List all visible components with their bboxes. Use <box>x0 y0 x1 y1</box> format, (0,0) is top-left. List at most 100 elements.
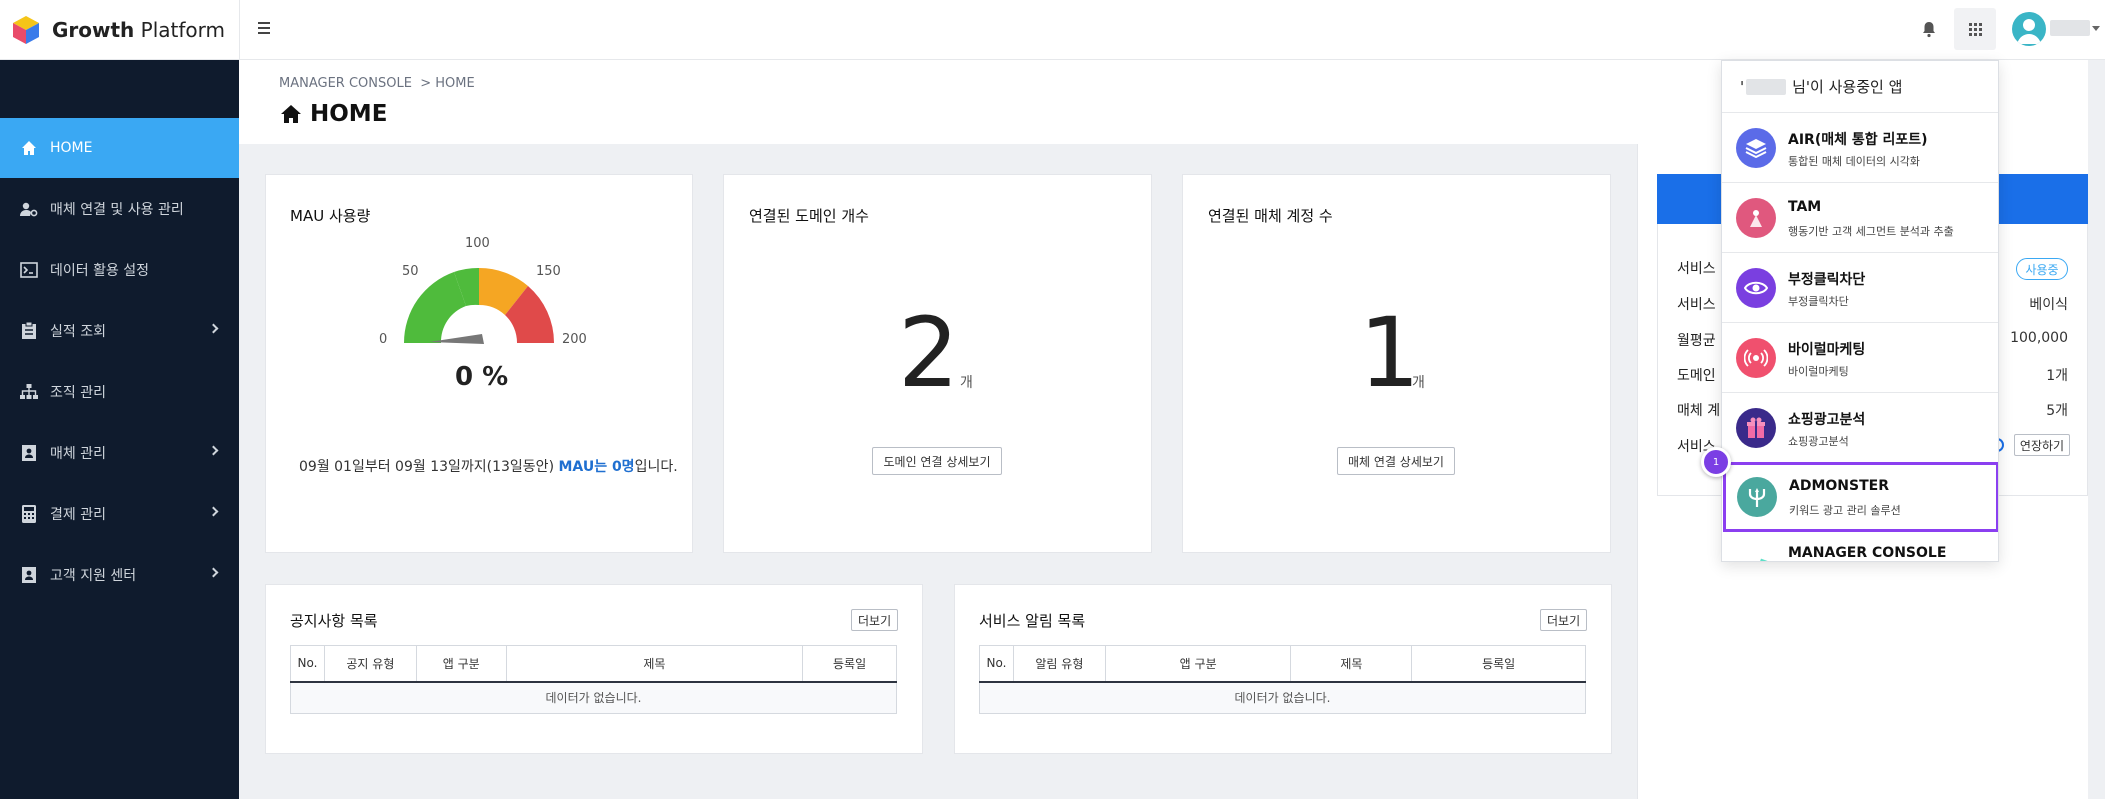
account-count-unit: 개 <box>1412 375 1425 391</box>
sidebar: HOME 매체 연결 및 사용 관리 데이터 활용 설정 실적 조회 조직 관리… <box>0 60 239 799</box>
breadcrumb-current: HOME <box>435 76 475 91</box>
top-bar: Growth Platform <box>0 0 2105 60</box>
app-desc: 통합된 매체 데이터의 시각화 <box>1788 155 1920 168</box>
app-item-air[interactable]: AIR(매체 통합 리포트) 통합된 매체 데이터의 시각화 <box>1722 113 1998 183</box>
account-detail-button[interactable]: 매체 연결 상세보기 <box>1337 447 1455 475</box>
step-badge: 1 <box>1701 447 1731 477</box>
column-header[interactable]: 앱 구분 <box>1104 645 1292 683</box>
breadcrumb-separator: > <box>420 76 432 91</box>
sidebar-item-label: 고객 지원 센터 <box>50 568 137 584</box>
domain-count: 2 <box>898 297 960 409</box>
notice-table: No. 공지 유형 앱 구분 제목 등록일 데이터가 없습니다. <box>290 645 897 714</box>
sidebar-item-data-settings[interactable]: 데이터 활용 설정 <box>0 240 239 300</box>
gauge-label-150: 150 <box>536 264 561 279</box>
apps-grid-button[interactable] <box>1954 8 1996 50</box>
app-name: 바이럴마케팅 <box>1788 342 1866 358</box>
sidebar-item-billing[interactable]: 결제 관리 <box>0 484 239 544</box>
account-count: 1 <box>1359 297 1421 409</box>
layers-icon <box>1736 128 1776 168</box>
notice-title: 공지사항 목록 <box>290 612 378 630</box>
column-header[interactable]: 제목 <box>1290 645 1413 683</box>
mau-card-title: MAU 사용량 <box>290 207 371 225</box>
sidebar-item-media-connection[interactable]: 매체 연결 및 사용 관리 <box>0 179 239 239</box>
calculator-icon <box>20 505 38 523</box>
logo-text: Growth Platform <box>52 18 226 42</box>
service-row-value: 베이식 <box>2029 297 2068 313</box>
cube-logo-icon <box>13 16 39 44</box>
service-row-value: 5개 <box>2046 403 2068 419</box>
column-header[interactable]: No. <box>979 645 1014 683</box>
column-header[interactable]: No. <box>290 645 325 683</box>
sidebar-item-media[interactable]: 매체 관리 <box>0 423 239 483</box>
sidebar-item-label: 매체 관리 <box>50 446 106 462</box>
service-row-label: 도메인 <box>1677 368 1716 384</box>
contact-card-icon <box>20 566 38 584</box>
service-row-value: 1개 <box>2046 368 2068 384</box>
column-header[interactable]: 등록일 <box>802 645 897 683</box>
sidebar-item-organization[interactable]: 조직 관리 <box>0 362 239 422</box>
sidebar-item-label: 데이터 활용 설정 <box>50 263 150 279</box>
mau-summary: 09월 01일부터 09월 13일까지(13일동안) MAU는 0명입니다. <box>299 459 678 475</box>
app-name: TAM <box>1788 199 1822 215</box>
sidebar-item-label: 결제 관리 <box>50 507 106 523</box>
sidebar-item-support[interactable]: 고객 지원 센터 <box>0 545 239 605</box>
domain-count-unit: 개 <box>960 375 973 391</box>
caret-down-icon[interactable] <box>2092 26 2100 31</box>
extend-button[interactable]: 연장하기 <box>2014 434 2070 456</box>
column-header[interactable]: 알림 유형 <box>1012 645 1106 683</box>
app-desc: 부정클릭차단 <box>1788 295 1849 308</box>
domain-detail-button[interactable]: 도메인 연결 상세보기 <box>872 447 1002 475</box>
home-icon <box>20 139 38 157</box>
user-name-masked <box>1746 78 1787 95</box>
apps-dropdown: ' 님'이 사용중인 앱 AIR(매체 통합 리포트) 통합된 매체 데이터의 … <box>1721 60 1999 562</box>
service-row-label: 월평균 <box>1677 333 1716 349</box>
avatar[interactable] <box>2012 12 2046 46</box>
status-badge: 사용중 <box>2016 258 2068 280</box>
chevron-right-icon <box>208 323 219 334</box>
menu-toggle-icon[interactable] <box>252 16 276 40</box>
app-item-click-block[interactable]: 부정클릭차단 부정클릭차단 <box>1722 253 1998 323</box>
mau-percent: 0 % <box>455 362 509 392</box>
column-header[interactable]: 공지 유형 <box>323 645 417 683</box>
app-desc: 쇼핑광고분석 <box>1788 435 1849 448</box>
page-title-text: HOME <box>310 101 388 127</box>
breadcrumb: MANAGER CONSOLE > HOME <box>279 76 475 91</box>
logo[interactable]: Growth Platform <box>12 14 225 46</box>
sidebar-item-home[interactable]: HOME <box>0 118 239 178</box>
app-desc: 키워드 광고 관리 솔루션 <box>1789 504 1901 517</box>
app-item-manager-console[interactable]: MANAGER CONSOLE <box>1722 533 1998 561</box>
broadcast-icon <box>1736 338 1776 378</box>
notice-more-button[interactable]: 더보기 <box>851 609 899 631</box>
logo-divider <box>239 0 240 60</box>
user-name-masked[interactable] <box>2050 20 2090 36</box>
sidebar-item-label: 실적 조회 <box>50 324 106 340</box>
app-item-tam[interactable]: TAM 행동기반 고객 세그먼트 분석과 추출 <box>1722 183 1998 253</box>
column-header[interactable]: 등록일 <box>1411 645 1586 683</box>
app-item-admonster[interactable]: ADMONSTER 키워드 광고 관리 솔루션 <box>1723 462 1998 532</box>
gauge-label-50: 50 <box>402 264 419 279</box>
column-header[interactable]: 앱 구분 <box>415 645 507 683</box>
app-name: 부정클릭차단 <box>1788 272 1866 288</box>
sidebar-item-label: 조직 관리 <box>50 385 106 401</box>
home-icon <box>281 105 301 123</box>
account-card-title: 연결된 매체 계정 수 <box>1208 207 1333 225</box>
alerts-table: No. 알림 유형 앱 구분 제목 등록일 데이터가 없습니다. <box>979 645 1586 714</box>
app-item-shopping[interactable]: 쇼핑광고분석 쇼핑광고분석 <box>1722 393 1998 463</box>
column-header[interactable]: 제목 <box>505 645 804 683</box>
gauge-label-100: 100 <box>465 236 490 251</box>
apps-dropdown-header: ' 님'이 사용중인 앱 <box>1722 61 1998 113</box>
gift-icon <box>1736 408 1776 448</box>
chevron-right-icon <box>208 445 219 456</box>
bell-icon[interactable] <box>1918 18 1940 40</box>
app-name: AIR(매체 통합 리포트) <box>1788 132 1928 148</box>
empty-row: 데이터가 없습니다. <box>979 681 1586 714</box>
sidebar-item-performance[interactable]: 실적 조회 <box>0 301 239 361</box>
alerts-more-button[interactable]: 더보기 <box>1540 609 1588 631</box>
breadcrumb-root[interactable]: MANAGER CONSOLE <box>279 76 412 91</box>
eye-icon <box>1736 268 1776 308</box>
app-name: ADMONSTER <box>1789 478 1889 494</box>
sidebar-item-label: HOME <box>50 140 93 156</box>
trident-icon <box>1737 477 1777 517</box>
service-row-label: 매체 계 <box>1677 403 1721 419</box>
app-item-viral[interactable]: 바이럴마케팅 바이럴마케팅 <box>1722 323 1998 393</box>
